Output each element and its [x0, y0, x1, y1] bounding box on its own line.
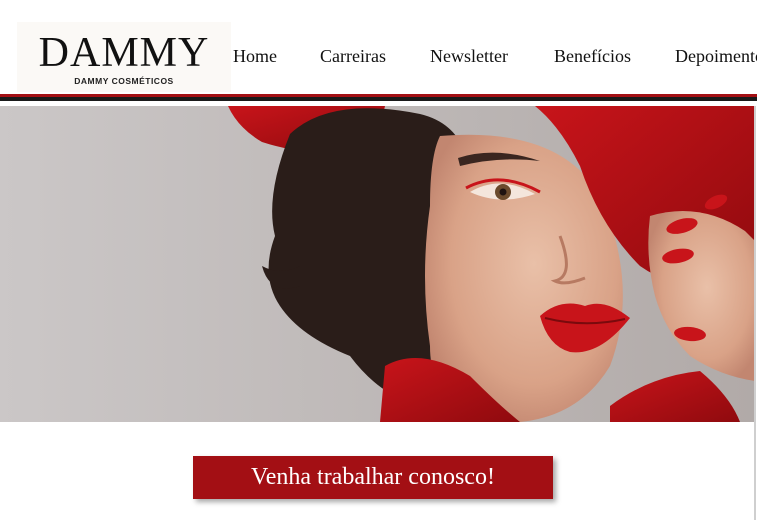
scrollbar-track[interactable]	[754, 106, 756, 520]
nav-link-carreiras[interactable]: Carreiras	[320, 46, 386, 67]
site-header: DAMMY DAMMY COSMÉTICOS Home Carreiras Ne…	[0, 0, 757, 94]
logo-subtitle: DAMMY COSMÉTICOS	[74, 76, 174, 86]
nav-link-newsletter[interactable]: Newsletter	[430, 46, 508, 67]
header-divider-dark	[0, 97, 757, 101]
nav-link-beneficios[interactable]: Benefícios	[554, 46, 631, 67]
main-nav: Home Carreiras Newsletter Benefícios Dep…	[0, 46, 757, 70]
nav-link-home[interactable]: Home	[233, 46, 277, 67]
join-us-button[interactable]: Venha trabalhar conosco!	[193, 456, 553, 499]
nav-link-depoimentos[interactable]: Depoimentos	[675, 46, 757, 67]
hero-banner	[0, 106, 755, 422]
hero-photo	[0, 106, 755, 422]
